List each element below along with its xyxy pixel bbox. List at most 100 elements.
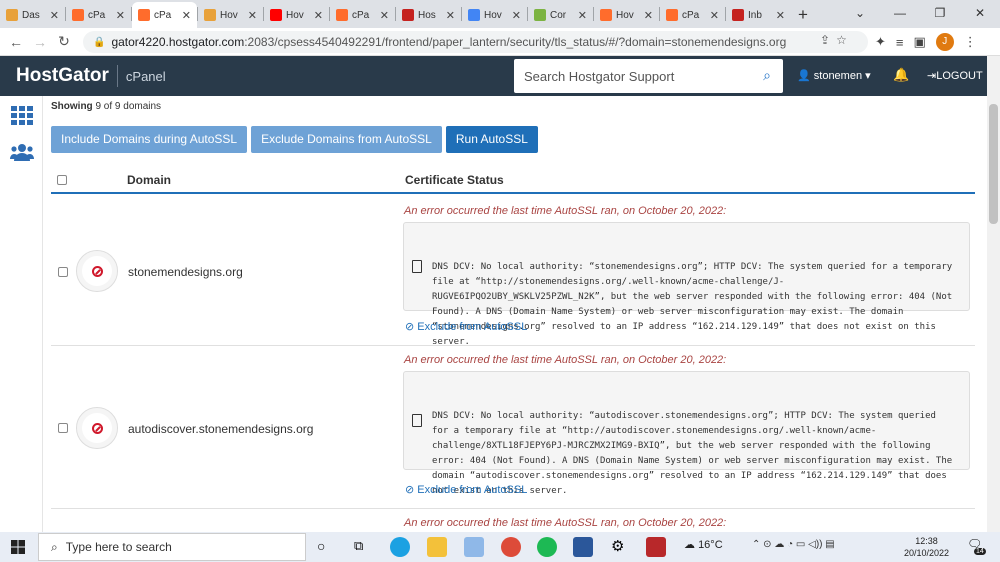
minimize-icon[interactable]: —: [880, 0, 920, 26]
browser-tab[interactable]: Hov ✕: [198, 2, 263, 28]
hostgator-logo[interactable]: HostGator: [16, 65, 109, 87]
share-icon[interactable]: ⇪: [820, 33, 830, 47]
row-checkbox[interactable]: [58, 267, 68, 277]
tab-favicon-icon: [138, 9, 150, 21]
browser-tab[interactable]: Hos ✕: [396, 2, 461, 28]
reading-list-icon[interactable]: ≡: [896, 35, 904, 50]
browser-tab[interactable]: Das ✕: [0, 2, 65, 28]
file-explorer-icon[interactable]: [427, 537, 447, 557]
run-autossl-button[interactable]: Run AutoSSL: [445, 126, 538, 153]
tab-close-icon[interactable]: ✕: [50, 9, 59, 22]
select-all-checkbox[interactable]: [57, 175, 67, 185]
page-scrollbar[interactable]: [987, 56, 1000, 532]
tab-close-icon[interactable]: ✕: [776, 9, 785, 22]
side-panel-icon[interactable]: ▣: [914, 34, 926, 50]
settings-gear-icon[interactable]: ⚙: [611, 537, 624, 555]
tab-close-icon[interactable]: ✕: [446, 9, 455, 22]
browser-tab[interactable]: Cor ✕: [528, 2, 593, 28]
user-menu[interactable]: 👤 stonemen ▾: [797, 69, 871, 82]
domain-name: stonemendesigns.org: [128, 265, 243, 279]
browser-tab[interactable]: cPa ✕: [660, 2, 725, 28]
word-icon[interactable]: [573, 537, 593, 557]
exclude-domains-button[interactable]: Exclude Domains from AutoSSL: [251, 126, 442, 153]
tab-favicon-icon: [204, 9, 216, 21]
system-tray-icons[interactable]: ⌃ ⊙ ☁ ◔ ▭ ◁)) ▤: [752, 539, 835, 550]
error-message-text: DNS DCV: No local authority: “stonemende…: [432, 262, 953, 347]
tab-close-icon[interactable]: ✕: [116, 9, 125, 22]
browser-tab[interactable]: Hov ✕: [594, 2, 659, 28]
taskbar-search-input[interactable]: ⌕ Type here to search: [38, 533, 306, 561]
tab-favicon-icon: [732, 9, 744, 21]
profile-avatar[interactable]: J: [935, 33, 954, 51]
browser-tab[interactable]: cPa ✕: [66, 2, 131, 28]
tab-close-icon[interactable]: ✕: [182, 9, 191, 22]
tab-favicon-icon: [336, 9, 348, 21]
taskbar-search-icon: ⌕: [51, 539, 58, 554]
windows-start-icon[interactable]: [11, 540, 25, 554]
url-field[interactable]: 🔒 gator4220.hostgator.com:2083/cpsess454…: [83, 31, 868, 53]
app-icon[interactable]: [464, 537, 484, 557]
forward-icon[interactable]: →: [28, 34, 52, 50]
showing-count: Showing 9 of 9 domains: [51, 101, 161, 112]
tab-favicon-icon: [600, 9, 612, 21]
bell-icon[interactable]: 🔔: [893, 67, 909, 83]
tab-favicon-icon: [402, 9, 414, 21]
taskbar-search-placeholder: Type here to search: [65, 540, 172, 554]
support-search-input[interactable]: Search Hostgator Support ⌕: [514, 59, 783, 93]
browser-tab[interactable]: Hov ✕: [462, 2, 527, 28]
lock-icon: 🔒: [93, 36, 106, 48]
username: stonemen: [813, 70, 863, 82]
browser-menu-icon[interactable]: ⋮: [964, 34, 977, 50]
browser-tab[interactable]: cPa ✕: [330, 2, 395, 28]
chrome-icon[interactable]: [501, 537, 521, 557]
users-icon[interactable]: [10, 140, 34, 164]
row-checkbox[interactable]: [58, 423, 68, 433]
browser-tab[interactable]: Hov ✕: [264, 2, 329, 28]
error-heading: An error occurred the last time AutoSSL …: [404, 354, 727, 366]
back-icon[interactable]: ←: [4, 34, 28, 50]
window-controls: ⌄ — ❐ ✕: [840, 0, 1000, 26]
tab-close-icon[interactable]: ✕: [710, 9, 719, 22]
close-window-icon[interactable]: ✕: [960, 0, 1000, 26]
tab-close-icon[interactable]: ✕: [248, 9, 257, 22]
col-certificate-status[interactable]: Certificate Status: [405, 173, 504, 187]
weather-temp: 16°C: [698, 539, 723, 551]
tab-close-icon[interactable]: ✕: [380, 9, 389, 22]
filezilla-icon[interactable]: [646, 537, 666, 557]
status-badge: [76, 407, 118, 449]
include-domains-button[interactable]: Include Domains during AutoSSL: [51, 126, 248, 153]
logout-button[interactable]: ⇥LOGOUT: [927, 69, 983, 82]
exclude-from-autossl-label: Exclude from AutoSSL: [417, 321, 528, 333]
bookmark-star-icon[interactable]: ☆: [836, 33, 847, 47]
error-message: DNS DCV: No local authority: “autodiscov…: [403, 371, 970, 496]
clock[interactable]: 12:38 20/10/2022: [904, 535, 949, 559]
tab-close-icon[interactable]: ✕: [644, 9, 653, 22]
edge-icon[interactable]: [390, 537, 410, 557]
col-domain[interactable]: Domain: [127, 173, 171, 187]
search-icon[interactable]: ⌕: [763, 67, 771, 84]
tab-close-icon[interactable]: ✕: [314, 9, 323, 22]
error-heading: An error occurred the last time AutoSSL …: [404, 517, 727, 529]
restore-icon[interactable]: ❐: [920, 0, 960, 26]
ssl-status-panel: Showing 9 of 9 domains Include Domains d…: [43, 96, 987, 532]
reload-icon[interactable]: ↻: [52, 33, 76, 50]
exclude-from-autossl-link[interactable]: ⊘ Exclude from AutoSSL: [405, 320, 527, 333]
tab-close-icon[interactable]: ✕: [578, 9, 587, 22]
weather-widget[interactable]: ☁ 16°C: [684, 538, 723, 551]
tab-search-icon[interactable]: ⌄: [840, 0, 880, 26]
exclude-from-autossl-link[interactable]: ⊘ Exclude from AutoSSL: [405, 483, 527, 496]
tab-title: Das: [22, 9, 40, 21]
clock-date: 20/10/2022: [904, 548, 950, 558]
tab-close-icon[interactable]: ✕: [512, 9, 521, 22]
support-search-placeholder: Search Hostgator Support: [524, 68, 675, 84]
cortana-icon[interactable]: ○: [317, 538, 325, 554]
browser-tab[interactable]: cPa ✕: [132, 2, 197, 28]
task-view-icon[interactable]: ⧉: [354, 538, 363, 554]
extensions-icon[interactable]: ✦: [875, 34, 886, 50]
spotify-icon[interactable]: [537, 537, 557, 557]
scrollbar-thumb[interactable]: [989, 104, 998, 224]
document-icon: [412, 259, 422, 273]
grid-icon[interactable]: [10, 104, 34, 128]
browser-tab[interactable]: Inb ✕: [726, 2, 791, 28]
new-tab-icon[interactable]: +: [791, 2, 815, 28]
